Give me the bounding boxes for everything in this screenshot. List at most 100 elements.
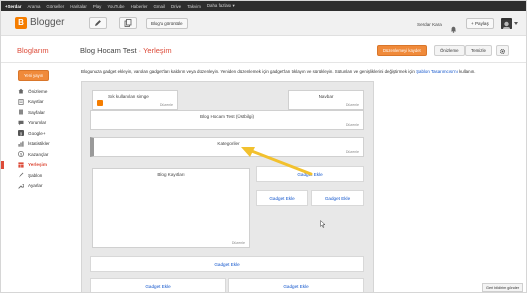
blogger-layout-page: +Serdar Arama Görseller Haritalar Play Y… xyxy=(0,0,527,293)
posts-list-button[interactable] xyxy=(119,17,137,29)
gadget-title: Sık kullanılan simge xyxy=(108,94,149,99)
edit-link[interactable]: Düzenle xyxy=(232,241,245,245)
sidebar-item-label: Google+ xyxy=(28,130,46,136)
breadcrumb: Blog Hocam Test · Yerleşim xyxy=(80,46,172,55)
header-gadget[interactable]: Blog Hocam Test (Üstbilgi) Düzenle xyxy=(90,110,364,130)
sidebar-item-settings[interactable]: Ayarlar xyxy=(1,181,79,192)
google-bar-item-maps[interactable]: Haritalar xyxy=(70,4,87,9)
posts-icon xyxy=(18,98,24,105)
edit-link[interactable]: Düzenle xyxy=(160,103,173,107)
clear-button[interactable]: Temizle xyxy=(465,45,492,56)
comments-icon xyxy=(18,120,24,126)
edit-link[interactable]: Düzenle xyxy=(346,103,359,107)
blogger-logo-icon[interactable]: B xyxy=(15,17,27,29)
sidebar-item-posts[interactable]: Kayıtlar xyxy=(1,97,79,108)
breadcrumb-separator: · xyxy=(138,46,142,55)
blog-header-bar: Bloglarım Blog Hocam Test · Yerleşim Düz… xyxy=(1,37,526,63)
sidebar-item-label: Şablon xyxy=(28,172,43,178)
gear-icon xyxy=(499,42,506,60)
stats-icon xyxy=(18,141,24,147)
user-name[interactable]: Serdar Kara xyxy=(417,22,442,27)
view-blog-button[interactable]: Blog'u görüntüle xyxy=(146,18,188,29)
share-button[interactable]: + Paylaş xyxy=(466,18,494,29)
instructions-text: Blogunuza gadget ekleyin, varolan gadget… xyxy=(81,69,415,74)
edit-link[interactable]: Düzenle xyxy=(346,150,359,154)
add-gadget-bottom-left[interactable]: Gadget Ekle xyxy=(90,278,226,292)
google-bar-item-images[interactable]: Görseller xyxy=(46,4,64,9)
documents-icon xyxy=(124,19,132,27)
add-gadget-footer-left[interactable]: Gadget Ekle xyxy=(256,190,308,206)
new-post-pencil-button[interactable] xyxy=(89,17,107,29)
sidebar-item-label: İstatistikler xyxy=(28,141,50,147)
layout-icon xyxy=(18,162,24,168)
settings-gear-button[interactable] xyxy=(496,45,509,56)
gadget-title: Kategoriler xyxy=(217,141,240,146)
sidebar-item-label: Yerleşim xyxy=(28,162,47,168)
svg-text:g: g xyxy=(20,131,22,136)
sidebar: Yeni yayın Önizleme Kayıtlar Sayfalar Yo… xyxy=(1,64,79,292)
earnings-icon: $ xyxy=(18,151,24,158)
template-icon xyxy=(18,172,24,178)
sidebar-item-earnings[interactable]: $ Kazançlar xyxy=(1,149,79,160)
pages-icon xyxy=(18,109,24,115)
pencil-icon xyxy=(94,19,102,27)
blogger-favicon-icon xyxy=(97,100,103,106)
instructions-end: kullanın. xyxy=(459,69,476,74)
template-designer-link[interactable]: Şablon Tasarımcısı'nı xyxy=(416,69,458,74)
new-post-button[interactable]: Yeni yayın xyxy=(18,70,50,81)
google-bar-item-news[interactable]: Haberler xyxy=(131,4,148,9)
sidebar-nav: Önizleme Kayıtlar Sayfalar Yorumlar g Go… xyxy=(1,86,79,191)
sidebar-item-layout[interactable]: Yerleşim xyxy=(1,160,79,171)
home-icon xyxy=(18,88,24,94)
favicon-gadget[interactable]: Sık kullanılan simge Düzenle xyxy=(92,90,178,110)
google-bar-item-drive[interactable]: Drive xyxy=(171,4,181,9)
sidebar-item-label: Sayfalar xyxy=(28,109,45,115)
blogger-header: B Blogger Blog'u görüntüle Serdar Kara +… xyxy=(1,11,526,38)
blog-name[interactable]: Blog Hocam Test xyxy=(80,46,137,55)
blog-posts-gadget[interactable]: Blog Kayıtları Düzenle xyxy=(92,168,250,248)
sidebar-item-label: Kazançlar xyxy=(28,151,49,157)
google-plus-icon: g xyxy=(18,130,24,137)
sidebar-item-label: Önizleme xyxy=(28,88,48,94)
google-bar-item-more[interactable]: Daha fazlası ▾ xyxy=(207,3,235,9)
google-bar-item-youtube[interactable]: YouTube xyxy=(107,4,124,9)
google-bar: +Serdar Arama Görseller Haritalar Play Y… xyxy=(1,1,526,11)
save-arrangement-button[interactable]: Düzenlemeyi kaydet xyxy=(377,45,427,56)
add-gadget-bottom-right[interactable]: Gadget Ekle xyxy=(228,278,364,292)
notifications-bell-icon[interactable] xyxy=(450,20,457,38)
sidebar-item-google-plus[interactable]: g Google+ xyxy=(1,128,79,139)
google-bar-item-play[interactable]: Play xyxy=(93,4,102,9)
add-gadget-main-footer[interactable]: Gadget Ekle xyxy=(90,256,364,272)
blogger-logo-text[interactable]: Blogger xyxy=(30,17,64,28)
google-bar-item-profile[interactable]: +Serdar xyxy=(5,4,21,9)
layout-instructions: Blogunuza gadget ekleyin, varolan gadget… xyxy=(81,69,521,74)
edit-link[interactable]: Düzenle xyxy=(346,123,359,127)
avatar[interactable] xyxy=(501,18,512,29)
sidebar-item-label: Ayarlar xyxy=(28,183,43,189)
mouse-cursor-icon xyxy=(320,220,326,228)
gadget-title: Blog Hocam Test (Üstbilgi) xyxy=(199,114,255,119)
sidebar-item-label: Kayıtlar xyxy=(28,99,44,105)
sidebar-item-stats[interactable]: İstatistikler xyxy=(1,139,79,150)
annotation-arrow-icon xyxy=(241,147,313,176)
google-bar-item-calendar[interactable]: Takvim xyxy=(187,4,201,9)
add-gadget-footer-right[interactable]: Gadget Ekle xyxy=(311,190,364,206)
categories-gadget[interactable]: Kategoriler Düzenle xyxy=(90,137,364,157)
page-title: Yerleşim xyxy=(143,46,172,55)
preview-button[interactable]: Önizleme xyxy=(434,45,465,56)
sidebar-item-overview[interactable]: Önizleme xyxy=(1,86,79,97)
account-dropdown-icon[interactable] xyxy=(514,22,518,25)
google-bar-item-gmail[interactable]: Gmail xyxy=(153,4,164,9)
my-blogs-link[interactable]: Bloglarım xyxy=(17,46,49,55)
wrench-icon xyxy=(18,183,24,189)
sidebar-item-template[interactable]: Şablon xyxy=(1,170,79,181)
sidebar-item-label: Yorumlar xyxy=(28,120,47,126)
navbar-gadget[interactable]: Navbar Düzenle xyxy=(288,90,364,110)
gadget-title: Navbar xyxy=(318,94,334,99)
gadget-title: Blog Kayıtları xyxy=(157,172,185,177)
sidebar-item-pages[interactable]: Sayfalar xyxy=(1,107,79,118)
send-feedback-button[interactable]: Geri bildirim gönder xyxy=(482,283,524,292)
layout-canvas: Sık kullanılan simge Düzenle Navbar Düze… xyxy=(81,81,374,292)
sidebar-item-comments[interactable]: Yorumlar xyxy=(1,118,79,129)
google-bar-item-search[interactable]: Arama xyxy=(27,4,40,9)
